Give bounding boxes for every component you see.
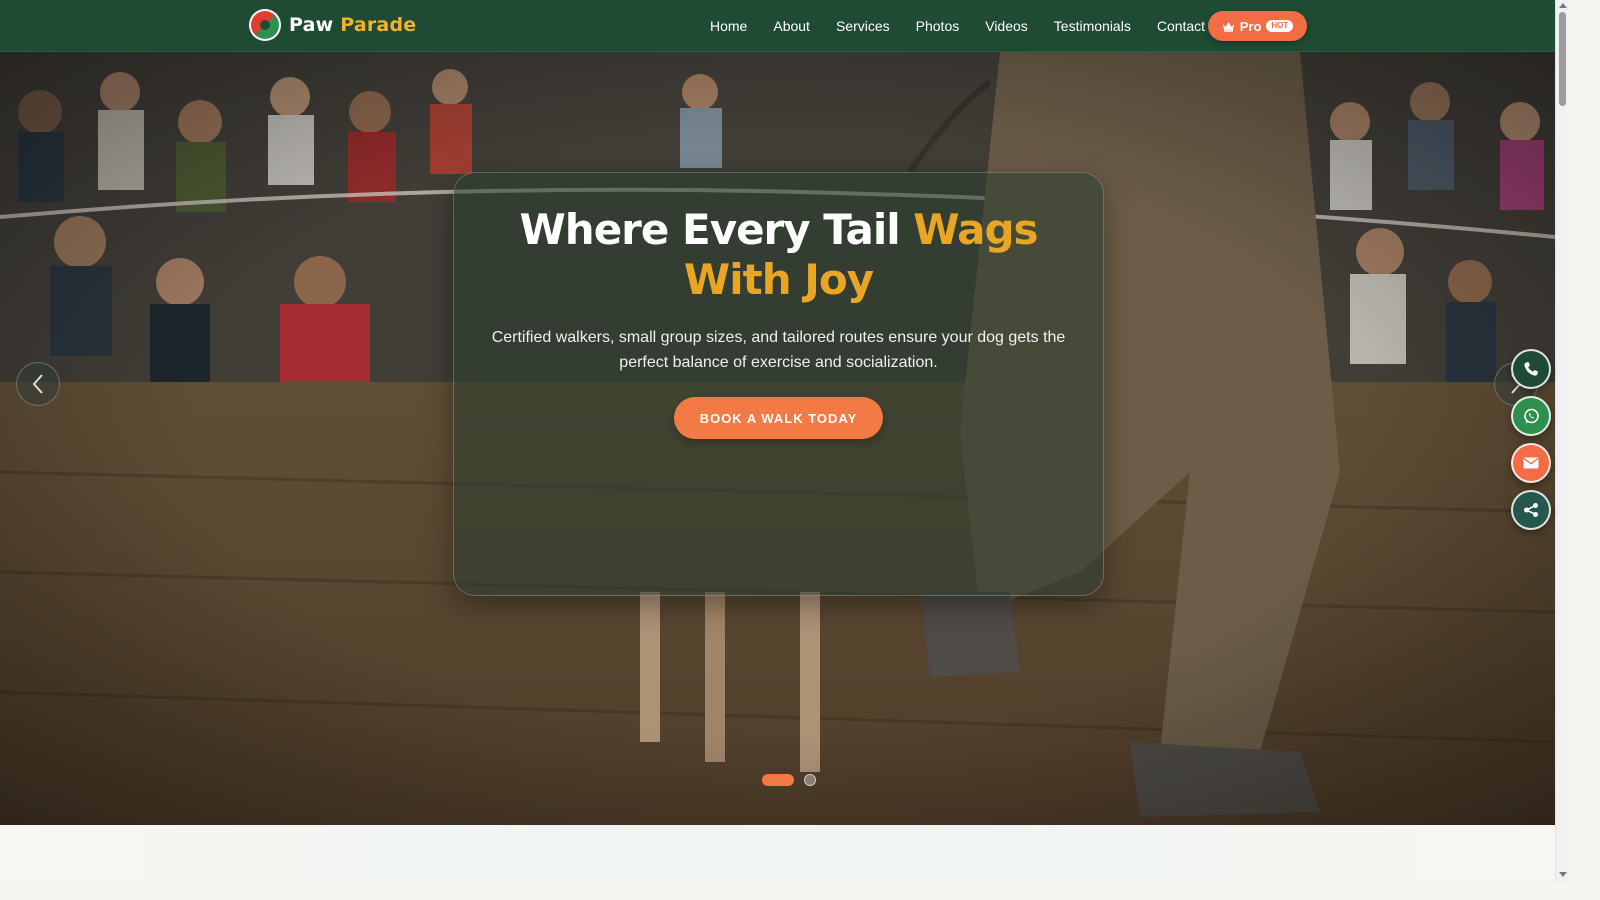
chevron-left-icon bbox=[32, 374, 43, 394]
crown-icon bbox=[1222, 21, 1234, 32]
brand-name-part2: Parade bbox=[340, 14, 417, 36]
share-button[interactable] bbox=[1511, 490, 1551, 530]
pro-label: Pro bbox=[1239, 18, 1262, 34]
page-scrollbar[interactable] bbox=[1555, 0, 1568, 882]
scroll-up-arrow-icon[interactable] bbox=[1559, 3, 1567, 8]
whatsapp-button[interactable] bbox=[1511, 396, 1551, 436]
phone-icon bbox=[1524, 362, 1538, 376]
hero-title-main: Where Every Tail bbox=[519, 205, 900, 254]
nav-link-contact[interactable]: Contact bbox=[1157, 18, 1205, 34]
email-icon bbox=[1523, 457, 1539, 469]
hero-title: Where Every Tail Wags With Joy bbox=[454, 205, 1103, 305]
slider-prev-button[interactable] bbox=[16, 362, 60, 406]
hero-slider: Where Every Tail Wags With Joy Certified… bbox=[0, 52, 1555, 825]
pro-button[interactable]: Pro HOT bbox=[1208, 11, 1307, 41]
next-section bbox=[0, 825, 1555, 882]
book-walk-button[interactable]: BOOK A WALK TODAY bbox=[674, 397, 883, 439]
nav-link-videos[interactable]: Videos bbox=[985, 18, 1028, 34]
nav-link-photos[interactable]: Photos bbox=[916, 18, 960, 34]
brand-name: Paw Parade bbox=[289, 14, 416, 36]
top-navbar: Paw Parade Home About Services Photos Vi… bbox=[0, 0, 1555, 52]
hero-content-card: Where Every Tail Wags With Joy Certified… bbox=[453, 172, 1104, 596]
slider-dot-1-active[interactable] bbox=[762, 774, 794, 786]
nav-link-about[interactable]: About bbox=[773, 18, 810, 34]
brand-name-part1: Paw bbox=[289, 14, 334, 36]
slider-dot-2[interactable] bbox=[804, 774, 816, 786]
scroll-down-arrow-icon[interactable] bbox=[1559, 872, 1567, 877]
slider-pagination bbox=[762, 774, 816, 786]
whatsapp-icon bbox=[1523, 408, 1539, 423]
hot-badge: HOT bbox=[1266, 20, 1294, 32]
hero-subtitle: Certified walkers, small group sizes, an… bbox=[491, 329, 1066, 371]
nav-link-services[interactable]: Services bbox=[836, 18, 890, 34]
share-icon bbox=[1524, 503, 1538, 517]
paw-parade-logo-icon bbox=[249, 9, 281, 41]
scrollbar-thumb[interactable] bbox=[1559, 12, 1566, 106]
nav-link-home[interactable]: Home bbox=[710, 18, 747, 34]
nav-link-testimonials[interactable]: Testimonials bbox=[1054, 18, 1131, 34]
phone-button[interactable] bbox=[1511, 349, 1551, 389]
brand-logo-link[interactable]: Paw Parade bbox=[249, 9, 416, 41]
email-button[interactable] bbox=[1511, 443, 1551, 483]
main-nav: Home About Services Photos Videos Testim… bbox=[710, 0, 1231, 52]
